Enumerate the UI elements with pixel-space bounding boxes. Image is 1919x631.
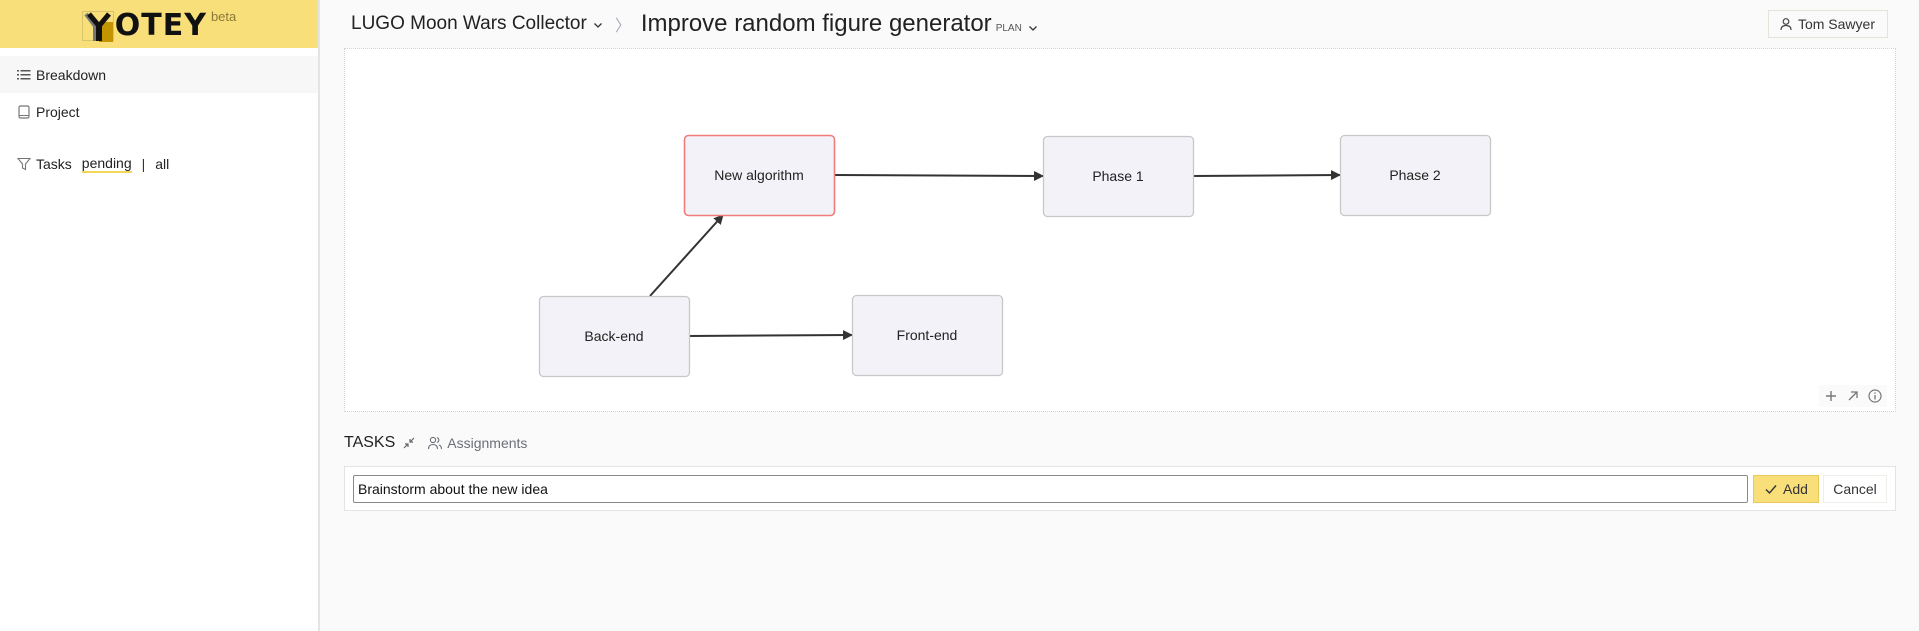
sidebar-item-label: Breakdown <box>36 66 107 83</box>
list-icon <box>17 68 31 82</box>
check-icon <box>1764 482 1778 496</box>
node-label: New algorithm <box>714 167 803 183</box>
tasks-title: TASKS <box>344 434 396 451</box>
diagram-edge-new-algorithm-to-phase-1 <box>833 170 1044 181</box>
users-icon <box>427 435 443 451</box>
cancel-button[interactable]: Cancel <box>1823 474 1887 503</box>
project-name: LUGO Moon Wars Collector <box>351 13 587 34</box>
diagram-node-phase-1[interactable]: Phase 1 <box>1042 135 1195 218</box>
plan-selector[interactable]: PLAN <box>996 23 1038 34</box>
filter-icon <box>17 157 31 171</box>
assignments-label: Assignments <box>447 435 528 451</box>
chevron-down-icon <box>1028 26 1037 31</box>
diagram-edge-phase-1-to-phase-2 <box>1192 170 1341 181</box>
logo-bar: OTEY beta <box>0 0 318 48</box>
add-label: Add <box>1783 480 1808 497</box>
sidebar: OTEY beta Breakdown Project Tasks pendin… <box>0 0 320 631</box>
logo-text: OTEY <box>114 8 207 43</box>
add-task-button[interactable]: Add <box>1753 474 1819 503</box>
beta-badge: beta <box>210 9 237 24</box>
header: LUGO Moon Wars Collector 〉 Improve rando… <box>320 0 1919 48</box>
sidebar-item-label: Project <box>36 103 80 120</box>
node-label: Phase 2 <box>1389 167 1441 183</box>
user-icon <box>1779 17 1793 31</box>
diagram-node-front-end[interactable]: Front-end <box>851 294 1004 377</box>
diagram-toolbar <box>1819 385 1887 407</box>
new-task-form: Add Cancel <box>344 466 1896 511</box>
book-icon <box>17 104 31 119</box>
node-label: Phase 1 <box>1092 168 1144 184</box>
chevron-down-icon <box>593 23 602 28</box>
filter-pending-link[interactable]: pending <box>81 155 132 173</box>
tasks-header: TASKS Assignments <box>344 432 527 454</box>
user-name: Tom Sawyer <box>1797 16 1875 32</box>
diagram-canvas: New algorithm Phase 1 Phase 2 Back-end Front… <box>538 134 1492 378</box>
new-task-input[interactable] <box>353 474 1748 503</box>
filter-all-link[interactable]: all <box>155 156 169 172</box>
dependency-diagram[interactable]: New algorithm Phase 1 Phase 2 Back-end Front… <box>344 48 1896 412</box>
page-title: Improve random figure generator <box>640 10 992 37</box>
expand-icon[interactable] <box>1845 388 1861 404</box>
tasks-filter: Tasks pending | all <box>0 146 318 182</box>
tasks-filter-label: Tasks <box>36 156 72 172</box>
plan-badge: PLAN <box>995 22 1022 34</box>
diagram-edge-back-end-to-new-algorithm <box>649 214 724 297</box>
node-label: Back-end <box>584 328 643 344</box>
logo-y-mark-icon <box>81 11 114 42</box>
collapse-icon[interactable] <box>401 435 417 451</box>
diagram-node-back-end[interactable]: Back-end <box>538 295 691 378</box>
diagram-node-new-algorithm[interactable]: New algorithm <box>683 134 836 217</box>
logo[interactable]: OTEY beta <box>81 7 237 43</box>
plus-icon[interactable] <box>1823 388 1839 404</box>
filter-separator: | <box>141 156 146 172</box>
sidebar-item-breakdown[interactable]: Breakdown <box>0 56 318 93</box>
info-icon[interactable] <box>1867 388 1883 404</box>
user-menu-button[interactable]: Tom Sawyer <box>1767 10 1888 38</box>
diagram-edge-back-end-to-front-end <box>688 330 853 341</box>
node-label: Front-end <box>897 327 958 343</box>
diagram-node-phase-2[interactable]: Phase 2 <box>1339 134 1492 217</box>
project-selector[interactable]: LUGO Moon Wars Collector <box>351 13 603 35</box>
breadcrumb-separator: 〉 <box>614 18 631 35</box>
sidebar-item-project[interactable]: Project <box>0 93 318 130</box>
assignments-link[interactable]: Assignments <box>427 435 527 451</box>
